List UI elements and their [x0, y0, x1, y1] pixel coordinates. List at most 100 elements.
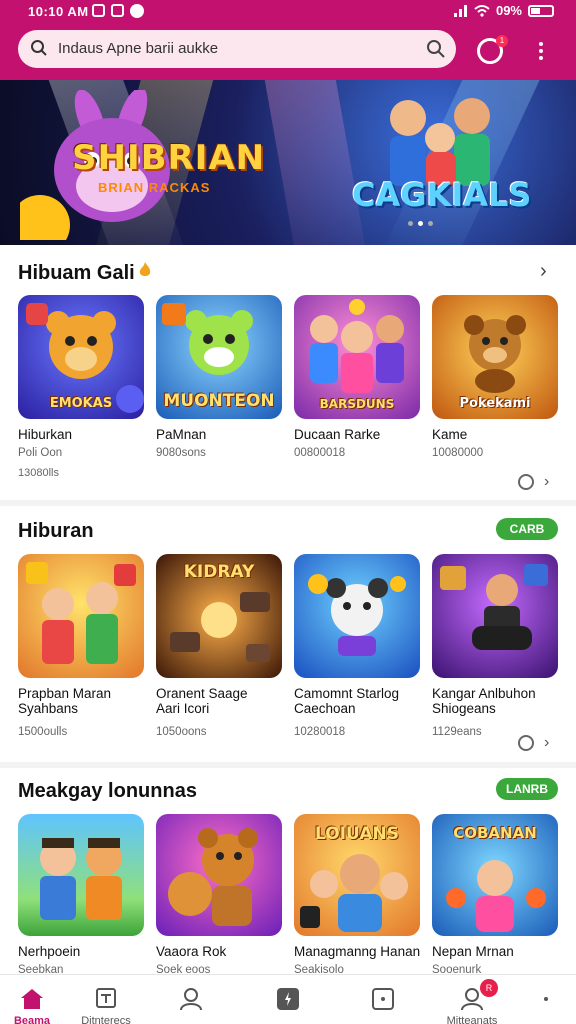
home-icon — [21, 989, 43, 1009]
nav-overflow-dot-icon[interactable] — [544, 997, 548, 1001]
hero-banner[interactable]: SHIBRIAN BRIAN RACKAS CAGKIALS — [0, 80, 576, 245]
app-name: Ducaan Rarke — [294, 427, 381, 442]
app-tile-image — [432, 554, 558, 678]
app-card[interactable]: COBANAN Nepan Mrnan Sooenurk — [432, 814, 558, 976]
nav-label: Mitteanats — [446, 1015, 498, 1024]
section-divider — [0, 500, 576, 506]
library-icon — [96, 988, 116, 1008]
app-icon — [111, 4, 124, 17]
app-tile-image: COBANAN — [432, 814, 558, 936]
app-tile-image — [18, 554, 144, 678]
notification-badge: 1 — [496, 35, 508, 47]
status-time: 10:10 AM — [28, 4, 89, 19]
nav-games[interactable] — [248, 975, 328, 1024]
app-tile-label: COBANAN — [453, 824, 537, 842]
app-tile-image: LOIUANS — [294, 814, 420, 936]
nav-account[interactable]: R Mitteanats — [432, 975, 512, 1024]
app-downloads: 1050oons — [156, 726, 207, 738]
status-bar: 10:10 AM 09% — [0, 0, 576, 24]
app-name: Kame — [432, 427, 468, 442]
app-name: PaMnan — [156, 427, 207, 442]
banner-dot[interactable] — [428, 221, 433, 226]
app-card[interactable]: BARSDUNS Ducaan Rarke 00800018 — [294, 295, 420, 459]
banner-dot[interactable] — [418, 221, 423, 226]
app-card[interactable]: LOIUANS Managmanng Hanan Seakisolo — [294, 814, 420, 976]
app-card[interactable]: Prapban Maran Syahbans 1500oulls — [18, 554, 144, 738]
app-tile-label: LOIUANS — [315, 824, 399, 844]
banner-subtitle-left: BRIAN RACKAS — [98, 180, 211, 195]
status-notification-icons — [92, 4, 144, 18]
app-name: Kangar Anlbuhon — [432, 686, 536, 701]
app-name-line2: Caechoan — [294, 701, 356, 716]
signal-icon — [453, 4, 467, 17]
battery-percent: 09% — [495, 3, 522, 18]
app-name-line2: Syahbans — [18, 701, 79, 716]
app-card[interactable]: Nerhpoein Seebkan — [18, 814, 144, 976]
app-tile-image: MUONTEON — [156, 295, 282, 419]
app-card[interactable]: KIDRAY Oranent Saage Aari Icori 1050oons — [156, 554, 282, 738]
app-name: Prapban Maran — [18, 686, 112, 701]
profile-icon — [180, 988, 202, 1011]
section-badge-button[interactable]: CARB — [496, 518, 558, 540]
messenger-icon — [130, 4, 144, 18]
app-name: Managmanng Hanan — [294, 944, 421, 959]
nav-profile[interactable] — [151, 975, 231, 1024]
app-tile-label: KIDRAY — [183, 562, 255, 582]
app-card[interactable]: Vaaora Rok Soek eoos — [156, 814, 282, 976]
section-pager[interactable]: › — [518, 734, 549, 752]
search-input[interactable]: Indaus Apne barii aukke — [58, 40, 218, 57]
app-tile-label: Pokekami — [459, 396, 531, 411]
section-divider — [0, 762, 576, 768]
nav-library[interactable]: Ditnterecs — [66, 975, 146, 1024]
search-submit-icon[interactable] — [426, 39, 446, 59]
app-card[interactable]: Pokekami Kame 10080000 — [432, 295, 558, 459]
app-card[interactable]: EMOKAS Hiburkan Poli Oon 13080lls — [18, 295, 144, 479]
section-title: Hiburan — [18, 520, 94, 542]
search-bar[interactable]: Indaus Apne barii aukke — [18, 30, 456, 68]
notification-button[interactable]: 1 — [477, 35, 508, 64]
app-card[interactable]: MUONTEON PaMnan 9080sons — [156, 295, 282, 459]
app-name: Nerhpoein — [18, 944, 81, 959]
apps-icon — [372, 988, 394, 1010]
app-downloads: 13080lls — [18, 467, 59, 479]
chevron-right-icon: › — [544, 734, 550, 751]
app-downloads: 9080sons — [156, 447, 206, 459]
chevron-right-icon: › — [544, 473, 550, 490]
app-downloads: 00800018 — [294, 447, 346, 459]
account-badge: R — [480, 979, 498, 997]
nav-home[interactable]: Beama — [0, 975, 72, 1024]
app-name: Oranent Saage — [156, 686, 248, 701]
app-tile-image — [156, 814, 282, 936]
app-tile-image: KIDRAY — [156, 554, 282, 678]
app-name: Camomnt Starlog — [294, 686, 400, 701]
section-badge-button[interactable]: LANRB — [496, 778, 558, 800]
app-downloads: 10080000 — [432, 447, 484, 459]
app-tile-label: EMOKAS — [49, 396, 113, 411]
app-tile-image: BARSDUNS — [294, 295, 420, 419]
nav-label: Beama — [13, 1015, 51, 1024]
section-more-arrow[interactable]: › — [540, 260, 547, 283]
app-card[interactable]: Camomnt Starlog Caechoan 10280018 — [294, 554, 420, 738]
more-options-icon[interactable] — [534, 40, 548, 64]
app-name: Vaaora Rok — [156, 944, 227, 959]
banner-title-right: CAGKIALS — [352, 176, 532, 214]
section-title: Hibuam Gali — [18, 262, 135, 284]
app-card[interactable]: Kangar Anlbuhon Shiogeans 1129eans — [432, 554, 558, 738]
app-tile-image: EMOKAS — [18, 295, 144, 419]
banner-pagination — [408, 221, 433, 226]
app-header: 10:10 AM 09% Indaus Apne barii aukke 1 — [0, 0, 576, 80]
banner-dot[interactable] — [408, 221, 413, 226]
app-tile-label: BARSDUNS — [319, 397, 395, 411]
app-tile-image: Pokekami — [432, 295, 558, 419]
nav-label: Ditnterecs — [81, 1015, 131, 1024]
status-right: 09% — [453, 3, 554, 18]
battery-icon — [528, 4, 554, 17]
app-name: Hiburkan — [18, 427, 73, 442]
gallery-icon — [92, 4, 105, 17]
app-downloads: 10280018 — [294, 726, 346, 738]
app-name: Nepan Mrnan — [432, 944, 514, 959]
section-pager[interactable]: › — [518, 473, 549, 491]
app-developer: Poli Oon — [18, 447, 63, 459]
app-name-line2: Shiogeans — [432, 701, 496, 716]
nav-apps[interactable] — [343, 975, 423, 1024]
